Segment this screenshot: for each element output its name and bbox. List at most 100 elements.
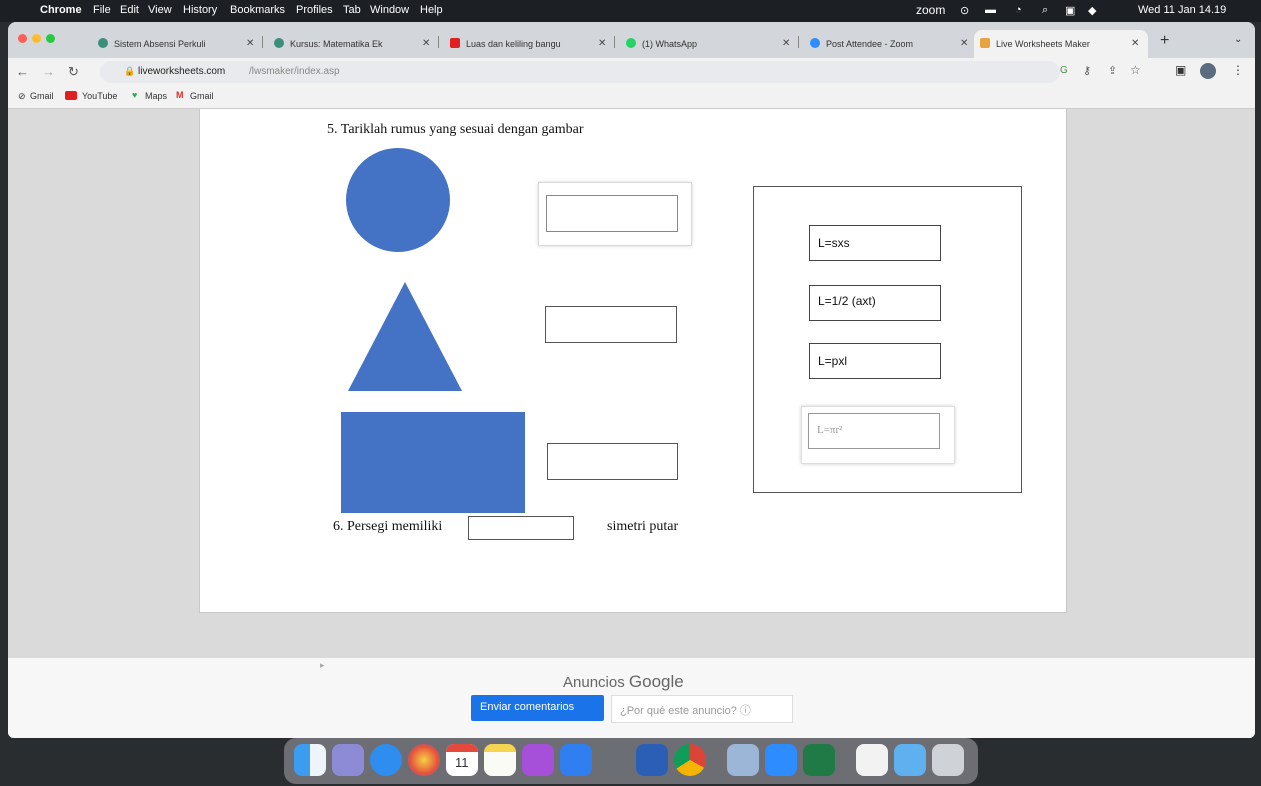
send-feedback-button[interactable]: Enviar comentarios: [471, 695, 604, 721]
finder-icon[interactable]: [294, 744, 326, 776]
preview-icon[interactable]: [727, 744, 759, 776]
globe-icon: ⊘: [18, 91, 26, 101]
close-tab-icon[interactable]: ✕: [422, 38, 430, 49]
record-icon[interactable]: ⊙: [960, 4, 969, 17]
close-tab-icon[interactable]: ✕: [960, 38, 968, 49]
tab-divider: [614, 36, 615, 48]
bookmark-youtube[interactable]: YouTube: [82, 91, 117, 101]
system-preferences-icon[interactable]: [598, 744, 630, 776]
calendar-header: [446, 744, 478, 752]
bookmark-gmail[interactable]: Gmail: [30, 91, 54, 101]
tab-kursus-matematika[interactable]: Kursus: Matematika Ek ✕: [268, 30, 436, 58]
rectangle-shape: [341, 412, 525, 513]
menu-app-name[interactable]: Chrome: [40, 4, 82, 16]
menu-window[interactable]: Window: [370, 4, 409, 16]
chrome-icon[interactable]: [674, 744, 706, 776]
word-icon[interactable]: [636, 744, 668, 776]
folder-icon[interactable]: [894, 744, 926, 776]
option-card[interactable]: L=pxl: [809, 343, 941, 379]
zoom-icon[interactable]: [765, 744, 797, 776]
ad-label: Anuncios Google: [563, 672, 684, 692]
tab-divider: [438, 36, 439, 48]
answer-box-triangle[interactable]: [545, 306, 677, 343]
option-label: L=sxs: [818, 236, 850, 250]
ad-banner: ▸ Anuncios Google Enviar comentarios ¿Po…: [8, 658, 1255, 738]
close-window-button[interactable]: [18, 34, 27, 43]
battery-icon[interactable]: ▬: [985, 4, 996, 16]
ad-label-brand: Google: [628, 672, 684, 691]
bookmark-maps[interactable]: Maps: [145, 91, 167, 101]
ad-marker-icon: ▸: [320, 660, 325, 670]
close-tab-icon[interactable]: ✕: [598, 38, 606, 49]
menu-help[interactable]: Help: [420, 4, 443, 16]
launchpad-icon[interactable]: [332, 744, 364, 776]
tab-zoom-attendee[interactable]: Post Attendee - Zoom ✕: [804, 30, 974, 58]
close-tab-icon[interactable]: ✕: [1131, 38, 1139, 49]
notes-icon[interactable]: [484, 744, 516, 776]
safari-icon[interactable]: [370, 744, 402, 776]
option-card[interactable]: L=πr²: [808, 413, 940, 449]
menu-bookmarks[interactable]: Bookmarks: [230, 4, 285, 16]
browser-toolbar: ← → ↻ 🔒 liveworksheets.com /lwsmaker/ind…: [8, 58, 1255, 86]
why-this-ad-button[interactable]: ¿Por qué este anuncio? ⓘ: [611, 695, 793, 723]
photos-icon[interactable]: [408, 744, 440, 776]
reload-icon[interactable]: ↻: [68, 64, 79, 80]
menu-file[interactable]: File: [93, 4, 111, 16]
bookmark-star-icon[interactable]: ☆: [1130, 63, 1141, 77]
circle-shape: [346, 148, 450, 252]
zoom-icon: [810, 38, 820, 48]
tab-divider: [262, 36, 263, 48]
more-menu-icon[interactable]: ⋮: [1232, 63, 1244, 77]
key-icon[interactable]: ⚷: [1083, 64, 1091, 77]
close-tab-icon[interactable]: ✕: [782, 38, 790, 49]
tab-label: (1) WhatsApp: [642, 39, 698, 49]
tab-search-chevron-icon[interactable]: ⌄: [1234, 34, 1242, 45]
bookmark-gmail-2[interactable]: Gmail: [190, 91, 214, 101]
document-icon[interactable]: [856, 744, 888, 776]
share-icon[interactable]: ⇪: [1108, 64, 1117, 77]
calendar-icon[interactable]: 11: [446, 744, 478, 776]
option-card[interactable]: L=1/2 (axt): [809, 285, 941, 321]
back-icon[interactable]: ←: [16, 64, 29, 79]
menu-tab[interactable]: Tab: [343, 4, 361, 16]
google-lens-icon[interactable]: G: [1060, 65, 1068, 76]
menu-view[interactable]: View: [148, 4, 172, 16]
new-tab-icon[interactable]: +: [1160, 32, 1169, 50]
answer-box-symmetry[interactable]: [468, 516, 574, 540]
menu-clock[interactable]: Wed 11 Jan 14.19: [1138, 4, 1226, 16]
siri-icon[interactable]: ◆: [1088, 4, 1096, 17]
side-panel-icon[interactable]: ▣: [1175, 63, 1186, 77]
tab-sistem-absensi[interactable]: Sistem Absensi Perkuli ✕: [92, 30, 260, 58]
profile-avatar[interactable]: [1200, 63, 1216, 79]
excel-icon[interactable]: [803, 744, 835, 776]
trash-icon[interactable]: [932, 744, 964, 776]
tab-luas-keliling[interactable]: Luas dan keliling bangu ✕: [444, 30, 612, 58]
send-feedback-label: Enviar comentarios: [480, 701, 575, 713]
tab-whatsapp[interactable]: (1) WhatsApp ✕: [620, 30, 796, 58]
page-viewport: 5. Tariklah rumus yang sesuai dengan gam…: [8, 109, 1255, 738]
option-card[interactable]: L=sxs: [809, 225, 941, 261]
maps-pin-icon: ♥: [132, 90, 138, 100]
tab-label: Live Worksheets Maker: [996, 39, 1090, 49]
close-tab-icon[interactable]: ✕: [246, 38, 254, 49]
answer-box-rectangle[interactable]: [547, 443, 678, 480]
tab-live-worksheets[interactable]: Live Worksheets Maker ✕: [974, 30, 1148, 58]
zoom-status-label[interactable]: zoom: [916, 3, 945, 17]
app-store-icon[interactable]: [560, 744, 592, 776]
forward-icon[interactable]: →: [42, 64, 55, 79]
podcasts-icon[interactable]: [522, 744, 554, 776]
option-label: L=πr²: [817, 424, 843, 436]
menu-profiles[interactable]: Profiles: [296, 4, 333, 16]
menu-history[interactable]: History: [183, 4, 217, 16]
menu-edit[interactable]: Edit: [120, 4, 139, 16]
worksheet-page: 5. Tariklah rumus yang sesuai dengan gam…: [199, 109, 1067, 613]
whatsapp-icon: [626, 38, 636, 48]
search-icon[interactable]: ⌕: [1042, 4, 1048, 17]
minimize-window-button[interactable]: [32, 34, 41, 43]
control-center-icon[interactable]: ▣: [1065, 4, 1075, 17]
gmail-icon: M: [176, 90, 184, 100]
wifi-icon[interactable]: ◔: [1015, 4, 1022, 16]
maximize-window-button[interactable]: [46, 34, 55, 43]
answer-box-circle[interactable]: [546, 195, 678, 232]
address-bar[interactable]: 🔒 liveworksheets.com /lwsmaker/index.asp: [100, 61, 1060, 83]
